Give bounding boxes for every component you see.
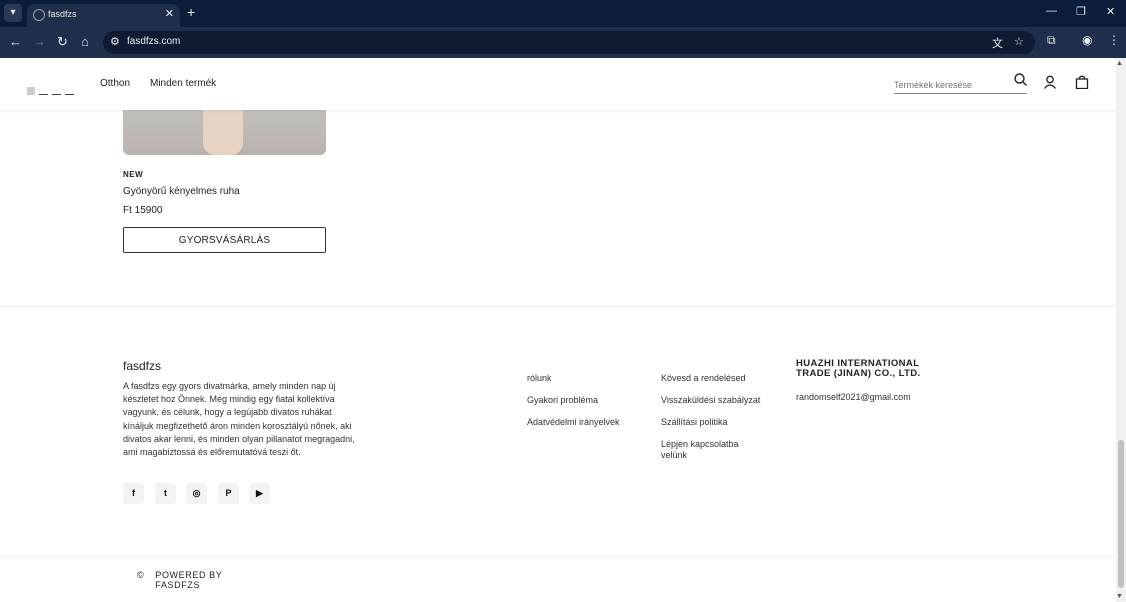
puzzle-icon[interactable]: ⧉ — [1047, 33, 1056, 48]
site-logo[interactable] — [27, 77, 80, 95]
shopping-bag-icon[interactable] — [1075, 75, 1089, 92]
footer-divider — [0, 556, 1116, 557]
reload-icon[interactable]: ↻ — [57, 34, 68, 50]
address-bar[interactable]: ⚙ fasdfzs.com 文 ☆ — [103, 31, 1035, 54]
footer-link-about[interactable]: rólunk — [527, 373, 552, 384]
restore-icon[interactable]: ❐ — [1076, 5, 1086, 18]
user-icon[interactable] — [1043, 75, 1057, 92]
contact-email[interactable]: randomself2021@gmail.com — [796, 392, 911, 402]
tune-icon[interactable]: ⚙ — [110, 35, 120, 48]
close-icon[interactable]: ✕ — [165, 7, 174, 20]
plus-icon[interactable]: + — [187, 4, 195, 20]
product-name[interactable]: Gyönyörű kényelmes ruha — [123, 186, 240, 197]
footer-link-shipping[interactable]: Szállítási politika — [661, 417, 728, 428]
instagram-icon[interactable]: ◎ — [186, 483, 207, 504]
page-scrollbar[interactable]: ▲ ▼ — [1116, 58, 1126, 602]
browser-toolbar: ← → ↻ ⌂ ⚙ fasdfzs.com 文 ☆ ⧉ ◉ ⋮ — [0, 27, 1126, 58]
minimize-icon[interactable]: — — [1046, 5, 1057, 17]
footer-link-contact[interactable]: Lépjen kapcsolatba velünk — [661, 439, 761, 461]
scroll-thumb[interactable] — [1118, 440, 1124, 588]
new-badge: NEW — [123, 170, 144, 179]
footer-brand: fasdfzs — [123, 359, 162, 373]
search-input[interactable] — [894, 80, 1004, 90]
forward-arrow-icon[interactable]: → — [33, 34, 46, 49]
product-price: Ft 15900 — [123, 205, 163, 216]
search-icon[interactable] — [1014, 73, 1027, 89]
web-page: Otthon Minden termék NEW Gyönyörű kényel… — [0, 58, 1116, 602]
scroll-up-icon[interactable]: ▲ — [1116, 60, 1123, 67]
site-header: Otthon Minden termék — [0, 58, 1116, 110]
search-field[interactable] — [894, 73, 1027, 94]
nav-link-all-products[interactable]: Minden termék — [150, 78, 216, 89]
tab-title: fasdfzs — [48, 9, 77, 19]
footer-link-privacy[interactable]: Adatvédelmi irányelvek — [527, 417, 620, 428]
star-icon[interactable]: ☆ — [1014, 35, 1024, 48]
footer-description: A fasdfzs egy gyors divatmárka, amely mi… — [123, 381, 355, 458]
chevron-down-icon[interactable]: ▾ — [4, 4, 22, 22]
scroll-down-icon[interactable]: ▼ — [1116, 593, 1123, 600]
profile-icon[interactable]: ◉ — [1082, 33, 1092, 47]
powered-by-text: POWERED BY FASDFZS — [155, 570, 223, 590]
browser-tab[interactable]: fasdfzs ✕ — [27, 4, 180, 27]
youtube-icon[interactable]: ▶ — [249, 483, 270, 504]
footer-link-returns[interactable]: Visszaküldési szabályzat — [661, 395, 760, 406]
translate-icon[interactable]: 文 — [992, 35, 1003, 51]
browser-tab-bar: ▾ fasdfzs ✕ + — ❐ ✕ — [0, 0, 1126, 27]
pinterest-icon[interactable]: P — [218, 483, 239, 504]
url-text[interactable]: fasdfzs.com — [127, 36, 180, 47]
globe-icon — [33, 9, 45, 21]
back-arrow-icon[interactable]: ← — [9, 34, 22, 49]
footer-link-track-order[interactable]: Kövesd a rendelésed — [661, 373, 746, 384]
close-icon[interactable]: ✕ — [1106, 5, 1115, 18]
footer-link-faq[interactable]: Gyakori probléma — [527, 395, 598, 406]
company-name: HUAZHI INTERNATIONAL TRADE (JINAN) CO., … — [796, 358, 921, 379]
home-icon[interactable]: ⌂ — [81, 34, 89, 49]
facebook-icon[interactable]: f — [123, 483, 144, 504]
nav-link-home[interactable]: Otthon — [100, 78, 130, 89]
quick-buy-button[interactable]: GYORSVÁSÁRLÁS — [123, 227, 326, 253]
twitter-icon[interactable]: t — [155, 483, 176, 504]
powered-by: © POWERED BY FASDFZS — [137, 570, 225, 590]
kebab-menu-icon[interactable]: ⋮ — [1108, 33, 1120, 47]
section-divider — [0, 306, 1116, 307]
copyright-icon: © — [137, 570, 145, 580]
